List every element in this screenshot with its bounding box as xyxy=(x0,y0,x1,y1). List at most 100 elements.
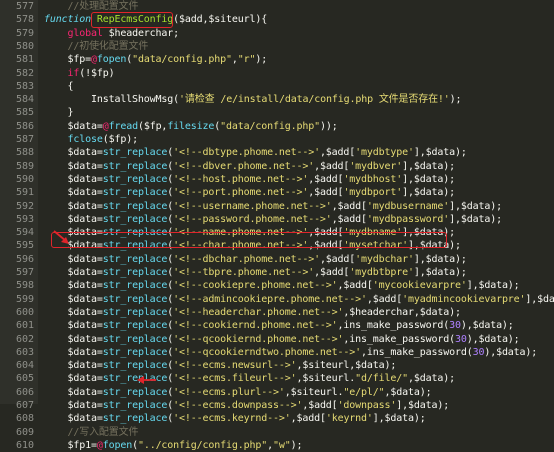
code-token: fopen xyxy=(102,439,133,451)
function-name-highlight xyxy=(91,12,173,28)
code-token: ],$data); xyxy=(402,160,455,172)
code-token: 'mycookievarpre' xyxy=(372,280,467,292)
code-editor[interactable]: 577 //处理配置文件 578 function RepEcmsConfig($a… xyxy=(0,0,554,451)
code-token: $headerchar; xyxy=(102,27,180,39)
code-token: 30 xyxy=(454,333,467,345)
code-token: ],$data); xyxy=(396,400,450,411)
code-line[interactable]: 580 //初使化配置文件 xyxy=(0,40,554,53)
line-number: 590 xyxy=(15,173,34,185)
code-token: $data= xyxy=(44,333,103,345)
code-text: { xyxy=(44,80,73,93)
code-token: 'mydbusername' xyxy=(366,200,450,212)
code-line[interactable]: 584 InstallShowMsg('请检查 /e/install/data/… xyxy=(0,93,554,106)
code-text: fclose($fp); xyxy=(44,133,138,146)
line-number: 591 xyxy=(15,187,34,199)
code-token: '<!--dbchar.phome.net-->' xyxy=(173,253,320,265)
code-line[interactable]: 583 { xyxy=(0,80,554,93)
code-token: '<!--cookiepre.phome.net-->' xyxy=(173,280,338,292)
code-line[interactable]: 581 $fp=@fopen("data/config.php","r"); xyxy=(0,53,554,66)
code-token: str_replace xyxy=(102,213,168,225)
code-token: '<!--port.phome.net-->' xyxy=(173,187,309,199)
line-number: 601 xyxy=(15,320,34,332)
code-line[interactable]: 606 $data=str_replace('<!--ecms.plurl-->… xyxy=(0,386,554,399)
code-line[interactable]: 591 $data=str_replace('<!--port.phome.ne… xyxy=(0,186,554,199)
code-line[interactable]: 609 //写入配置文件 xyxy=(0,426,554,439)
code-token: ,$add[ xyxy=(290,413,326,425)
code-line[interactable]: 604 $data=str_replace('<!--ecms.newsurl-… xyxy=(0,359,554,372)
code-line[interactable]: 598 $data=str_replace('<!--cookiepre.pho… xyxy=(0,279,554,292)
code-token: 'mydbhost' xyxy=(343,173,403,185)
code-token: $data= xyxy=(44,400,103,411)
code-token: 'mydbtbpre' xyxy=(349,267,414,278)
code-line[interactable]: 590 $data=str_replace('<!--host.phome.ne… xyxy=(0,173,554,186)
code-token: ],$data); xyxy=(449,213,502,225)
code-token: ,$add[ xyxy=(314,267,350,278)
code-token: str_replace xyxy=(102,293,168,305)
code-token: ],$data); xyxy=(413,147,467,159)
code-line[interactable]: 610 $fp1=@fopen("../config/config.php","… xyxy=(0,439,554,452)
line-number: 602 xyxy=(15,333,34,345)
code-token: ($fp); xyxy=(102,134,138,145)
code-line[interactable]: 602 $data=str_replace('<!--qcookiernd.ph… xyxy=(0,333,554,346)
code-token: ],$data); xyxy=(413,253,467,265)
code-token: $data= xyxy=(44,320,103,332)
code-token: '<!--ecms.downpass-->' xyxy=(173,400,303,411)
code-token: //初使化配置文件 xyxy=(67,40,149,52)
code-line[interactable]: 588 $data=str_replace('<!--dbtype.phome.… xyxy=(0,146,554,159)
code-token: $data= xyxy=(44,373,103,385)
code-text: $data=str_replace('<!--ecms.fileurl-->',… xyxy=(44,372,455,385)
code-line[interactable]: 587 fclose($fp); xyxy=(0,133,554,146)
code-token: 'mydbchar' xyxy=(355,253,414,265)
code-token: ,$add[ xyxy=(308,173,344,185)
line-number: 608 xyxy=(15,413,34,425)
code-line[interactable]: 589 $data=str_replace('<!--dbver.phome.n… xyxy=(0,160,554,173)
code-token: ,$add[ xyxy=(331,213,367,225)
tbpre-line-highlight xyxy=(51,232,447,248)
code-token: '<!--ecms.newsurl-->' xyxy=(173,360,297,372)
code-line[interactable]: 577 //处理配置文件 xyxy=(0,0,554,13)
code-line[interactable]: 596 $data=str_replace('<!--dbchar.phome.… xyxy=(0,253,554,266)
code-token: '<!--tbpre.phome.net-->' xyxy=(173,267,315,278)
code-token: if xyxy=(67,67,80,79)
code-token: str_replace xyxy=(102,280,168,292)
code-line[interactable]: 599 $data=str_replace('<!--admincookiepr… xyxy=(0,293,554,306)
code-token: $data= xyxy=(44,173,103,185)
code-line[interactable]: 600 $data=str_replace('<!--headerchar.ph… xyxy=(0,306,554,319)
line-number: 592 xyxy=(15,200,34,212)
code-token: ),$data); xyxy=(460,320,514,332)
code-token: ],$data); xyxy=(466,280,520,292)
code-token: str_replace xyxy=(102,386,168,398)
code-line[interactable]: 592 $data=str_replace('<!--username.phom… xyxy=(0,200,554,213)
code-token: ,ins_make_password( xyxy=(361,346,473,358)
code-line[interactable]: 578 function RepEcmsConfig($add,$siteurl)… xyxy=(0,13,554,26)
line-number: 606 xyxy=(15,386,34,398)
code-line[interactable]: 607 $data=str_replace('<!--ecms.downpass… xyxy=(0,399,554,412)
code-token: '<!--ecms.plurl-->' xyxy=(173,386,285,398)
code-text: $data=str_replace('<!--tbpre.phome.net--… xyxy=(44,266,466,279)
code-token: '<!--dbtype.phome.net-->' xyxy=(173,147,320,159)
code-line[interactable]: 593 $data=str_replace('<!--password.phom… xyxy=(0,213,554,226)
code-line[interactable]: 597 $data=str_replace('<!--tbpre.phome.n… xyxy=(0,266,554,279)
code-line[interactable]: 605 $data=str_replace('<!--ecms.fileurl-… xyxy=(0,372,554,385)
code-line[interactable]: 603 $data=str_replace('<!--qcookierndtwo… xyxy=(0,346,554,359)
code-token: "d/file/" xyxy=(355,373,409,385)
code-token: str_replace xyxy=(102,160,168,172)
code-line[interactable]: 601 $data=str_replace('<!--cookiernd.pho… xyxy=(0,319,554,332)
code-token: 'myadmincookievarpre' xyxy=(402,293,526,305)
code-line[interactable]: 608 $data=str_replace('<!--ecms.keyrnd--… xyxy=(0,412,554,425)
line-number: 594 xyxy=(15,227,34,239)
code-token: ,ins_make_password( xyxy=(337,320,450,332)
code-token: ,$add[ xyxy=(337,280,373,292)
code-text: $data=str_replace('<!--ecms.downpass-->'… xyxy=(44,399,449,412)
code-token: '<!--password.phome.net-->' xyxy=(173,213,332,225)
code-line[interactable]: 582 if(!$fp) xyxy=(0,67,554,80)
code-token: ,$siteurl. xyxy=(296,373,356,385)
line-number: 586 xyxy=(15,120,34,132)
code-token: ],$data); xyxy=(402,187,455,199)
code-text: $data=str_replace('<!--port.phome.net-->… xyxy=(44,186,455,199)
code-line[interactable]: 585 } xyxy=(0,106,554,119)
code-text: $fp1=@fopen("../config/config.php","w"); xyxy=(44,439,302,452)
code-line[interactable]: 586 $data=@fread($fp,filesize("data/conf… xyxy=(0,120,554,133)
code-line[interactable]: 579 global $headerchar; xyxy=(0,27,554,40)
code-token: 30 xyxy=(472,346,485,358)
